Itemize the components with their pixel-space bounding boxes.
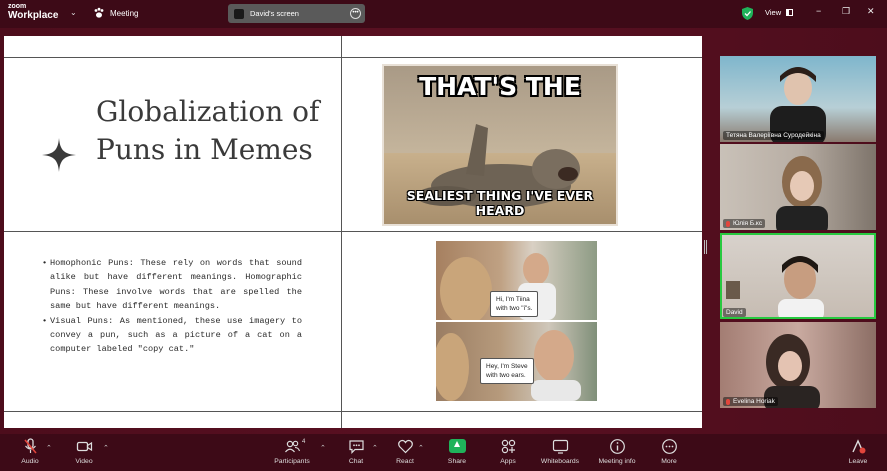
bullet-item: Homophonic Puns: These rely on words tha… [42,256,302,314]
meme-bottom-text: SEALIEST THING I'VE EVER HEARD [406,188,594,218]
shared-screen-slide: Globalization of Puns in Memes Homophoni… [4,36,702,428]
meeting-menu[interactable]: Meeting [93,7,138,19]
bubble-text: Hi, I'm Tiina [496,296,530,303]
info-icon [609,439,625,454]
more-options-icon[interactable]: ••• [350,8,361,19]
panel-resize-handle[interactable] [704,240,707,254]
video-options-caret[interactable]: ⌃ [103,444,109,452]
participant-tile-active-speaker[interactable]: David [720,233,876,319]
apps-label: Apps [500,458,516,465]
bubble-text: Hey, I'm Steve [486,363,528,370]
participant-name-tag: Evelina Horiak [723,397,778,406]
seal-meme-image: THAT'S THE SEALIEST THING I'VE EVER HEAR… [382,64,618,226]
participant-name-tag: Юлія Б.кс [723,219,766,228]
top-bar: zoom Workplace ⌄ Meeting David's screen … [0,0,887,28]
meeting-controls-toolbar: Audio ⌃ Video ⌃ 4 Participants ⌃ Chat ⌃ … [0,434,887,471]
participants-button[interactable]: 4 Participants [262,438,322,465]
screen-icon [234,8,244,19]
chat-label: Chat [348,458,364,465]
chevron-down-icon[interactable]: ⌄ [70,8,77,17]
table-border-vertical [341,36,342,428]
audio-label: Audio [21,458,39,465]
participant-name-tag: Тетяна Валеріївна Суродейкіна [723,131,824,140]
table-border-middle [4,231,702,232]
apps-icon [501,439,515,454]
more-button[interactable]: More [639,438,699,465]
participant-video [764,334,820,408]
bullet-item: Visual Puns: As mentioned, these use ima… [42,314,302,357]
whiteboard-icon [552,439,568,454]
table-border-bottom [4,411,702,412]
view-label: View [765,8,782,17]
participant-video [770,67,826,142]
more-dots-icon [661,439,677,454]
whiteboards-label: Whiteboards [540,458,580,465]
sparkle-icon [42,138,76,172]
heart-icon [397,439,413,454]
react-button[interactable]: React [375,438,435,465]
muted-microphone-icon [23,438,37,454]
speech-bubble-bottom: Hey, I'm Steve with two ears. [480,358,534,384]
muted-mic-icon [726,220,730,227]
participant-name: Юлія Б.кс [733,220,763,227]
whiteboards-button[interactable]: Whiteboards [530,438,590,465]
leave-icon [851,439,865,454]
more-label: More [661,458,677,465]
layout-icon [786,9,794,16]
video-label: Video [75,458,93,465]
bubble-text: with two "i"s. [496,305,533,312]
participants-options-caret[interactable]: ⌃ [320,444,326,452]
share-status-pill[interactable]: David's screen ••• [228,4,365,23]
restore-button[interactable]: ❐ [842,6,850,17]
slide-title: Globalization of Puns in Memes [96,95,320,166]
zoom-workplace-logo[interactable]: zoom Workplace [8,3,58,21]
react-label: React [396,458,414,465]
zoom-window: zoom Workplace ⌄ Meeting David's screen … [0,0,887,471]
close-button[interactable]: ✕ [867,6,875,17]
participant-name-tag: David [723,308,746,317]
table-border-top [4,57,702,58]
meeting-info-label: Meeting info [598,458,636,465]
leave-label: Leave [848,458,868,465]
participants-icon [284,440,300,453]
brand-workplace: Workplace [8,10,59,21]
meeting-info-button[interactable]: Meeting info [587,438,647,465]
share-screen-icon [448,439,466,453]
participants-label: Participants [274,458,310,465]
participant-tile[interactable]: Тетяна Валеріївна Суродейкіна [720,56,876,142]
audio-options-caret[interactable]: ⌃ [46,444,52,452]
apps-button[interactable]: Apps [478,438,538,465]
meme-top-text: THAT'S THE [419,72,581,101]
bubble-text: with two ears. [486,372,526,379]
leave-button[interactable]: Leave [828,438,887,465]
meeting-label: Meeting [110,8,139,18]
chat-bubble-icon [348,440,364,454]
participant-video [776,156,828,230]
paw-icon [94,7,104,18]
react-options-caret[interactable]: ⌃ [418,444,424,452]
speech-bubble-top: Hi, I'm Tiina with two "i"s. [490,291,539,317]
participant-video [726,256,824,319]
participant-tile[interactable]: Evelina Horiak [720,322,876,408]
brand-zoom: zoom [8,3,27,10]
participants-count: 4 [302,439,306,445]
participant-name: Evelina Horiak [733,398,775,405]
shield-check-icon[interactable] [742,7,753,20]
view-button[interactable]: View [765,8,794,17]
participant-name: Тетяна Валеріївна Суродейкіна [726,132,821,139]
participant-tile[interactable]: Юлія Б.кс [720,144,876,230]
meme-panel-bottom: Hey, I'm Steve with two ears. [436,322,597,401]
bullet-list: Homophonic Puns: These rely on words tha… [42,256,302,357]
participant-name: David [726,309,743,316]
meme-panel-top: Hi, I'm Tiina with two "i"s. [436,241,597,325]
video-camera-icon [76,441,92,452]
muted-mic-icon [726,398,730,405]
share-label: Share [447,458,467,465]
two-panel-meme-image: Hi, I'm Tiina with two "i"s. Hey, I'm St… [436,241,597,401]
share-label: David's screen [250,9,299,18]
minimize-button[interactable]: − [816,6,821,16]
